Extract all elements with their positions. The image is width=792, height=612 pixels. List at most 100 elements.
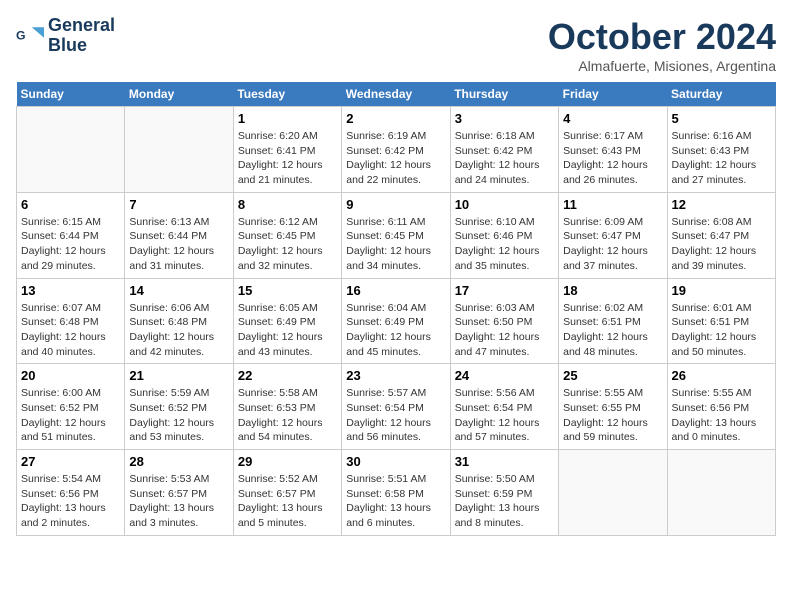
day-number: 20 xyxy=(21,368,120,383)
day-number: 13 xyxy=(21,283,120,298)
day-info: Sunrise: 6:15 AMSunset: 6:44 PMDaylight:… xyxy=(21,215,120,274)
logo-text: General Blue xyxy=(48,16,115,56)
svg-text:G: G xyxy=(16,28,26,42)
calendar-cell: 11 Sunrise: 6:09 AMSunset: 6:47 PMDayligh… xyxy=(559,192,667,278)
day-number: 23 xyxy=(346,368,445,383)
day-info: Sunrise: 5:50 AMSunset: 6:59 PMDaylight:… xyxy=(455,472,554,531)
day-info: Sunrise: 6:03 AMSunset: 6:50 PMDaylight:… xyxy=(455,301,554,360)
calendar-cell: 30Sunrise: 5:51 AMSunset: 6:58 PMDayligh… xyxy=(342,450,450,536)
calendar-cell xyxy=(559,450,667,536)
day-info: Sunrise: 6:16 AMSunset: 6:43 PMDaylight:… xyxy=(672,129,771,188)
col-header-thursday: Thursday xyxy=(450,82,558,107)
calendar-cell: 14 Sunrise: 6:06 AMSunset: 6:48 PMDayligh… xyxy=(125,278,233,364)
day-info: Sunrise: 5:56 AMSunset: 6:54 PMDaylight:… xyxy=(455,386,554,445)
col-header-tuesday: Tuesday xyxy=(233,82,341,107)
day-info: Sunrise: 5:59 AMSunset: 6:52 PMDaylight:… xyxy=(129,386,228,445)
day-number: 11 xyxy=(563,197,662,212)
day-number: 30 xyxy=(346,454,445,469)
day-number: 21 xyxy=(129,368,228,383)
day-number: 1 xyxy=(238,111,337,126)
day-info: Sunrise: 6:10 AMSunset: 6:46 PMDaylight:… xyxy=(455,215,554,274)
calendar-cell xyxy=(17,107,125,193)
calendar-cell: 23 Sunrise: 5:57 AMSunset: 6:54 PMDayligh… xyxy=(342,364,450,450)
day-number: 14 xyxy=(129,283,228,298)
calendar-cell xyxy=(125,107,233,193)
calendar-cell: 20Sunrise: 6:00 AMSunset: 6:52 PMDayligh… xyxy=(17,364,125,450)
calendar-cell: 21 Sunrise: 5:59 AMSunset: 6:52 PMDayligh… xyxy=(125,364,233,450)
calendar-cell: 25 Sunrise: 5:55 AMSunset: 6:55 PMDayligh… xyxy=(559,364,667,450)
day-info: Sunrise: 6:11 AMSunset: 6:45 PMDaylight:… xyxy=(346,215,445,274)
col-header-wednesday: Wednesday xyxy=(342,82,450,107)
col-header-monday: Monday xyxy=(125,82,233,107)
calendar-cell: 2Sunrise: 6:19 AMSunset: 6:42 PMDaylight… xyxy=(342,107,450,193)
week-row-2: 6 Sunrise: 6:15 AMSunset: 6:44 PMDaylight… xyxy=(17,192,776,278)
day-info: Sunrise: 5:58 AMSunset: 6:53 PMDaylight:… xyxy=(238,386,337,445)
calendar-cell: 15 Sunrise: 6:05 AMSunset: 6:49 PMDayligh… xyxy=(233,278,341,364)
calendar-cell: 13 Sunrise: 6:07 AMSunset: 6:48 PMDayligh… xyxy=(17,278,125,364)
col-header-sunday: Sunday xyxy=(17,82,125,107)
day-info: Sunrise: 5:55 AMSunset: 6:56 PMDaylight:… xyxy=(672,386,771,445)
day-info: Sunrise: 6:12 AMSunset: 6:45 PMDaylight:… xyxy=(238,215,337,274)
day-info: Sunrise: 6:09 AMSunset: 6:47 PMDaylight:… xyxy=(563,215,662,274)
calendar-cell: 26 Sunrise: 5:55 AMSunset: 6:56 PMDayligh… xyxy=(667,364,775,450)
day-number: 9 xyxy=(346,197,445,212)
day-info: Sunrise: 5:52 AMSunset: 6:57 PMDaylight:… xyxy=(238,472,337,531)
day-number: 4 xyxy=(563,111,662,126)
day-info: Sunrise: 6:17 AMSunset: 6:43 PMDaylight:… xyxy=(563,129,662,188)
day-number: 29 xyxy=(238,454,337,469)
calendar-table: SundayMondayTuesdayWednesdayThursdayFrid… xyxy=(16,82,776,536)
day-info: Sunrise: 6:02 AMSunset: 6:51 PMDaylight:… xyxy=(563,301,662,360)
page-header: G General Blue October 2024 Almafuerte, … xyxy=(16,16,776,74)
day-number: 16 xyxy=(346,283,445,298)
day-number: 12 xyxy=(672,197,771,212)
calendar-cell: 19Sunrise: 6:01 AMSunset: 6:51 PMDayligh… xyxy=(667,278,775,364)
col-header-friday: Friday xyxy=(559,82,667,107)
calendar-cell: 1 Sunrise: 6:20 AMSunset: 6:41 PMDaylight… xyxy=(233,107,341,193)
calendar-cell: 4 Sunrise: 6:17 AMSunset: 6:43 PMDaylight… xyxy=(559,107,667,193)
day-number: 18 xyxy=(563,283,662,298)
logo-icon: G xyxy=(16,22,44,50)
calendar-cell: 6 Sunrise: 6:15 AMSunset: 6:44 PMDaylight… xyxy=(17,192,125,278)
day-number: 22 xyxy=(238,368,337,383)
week-row-1: 1 Sunrise: 6:20 AMSunset: 6:41 PMDaylight… xyxy=(17,107,776,193)
day-number: 6 xyxy=(21,197,120,212)
calendar-cell: 17 Sunrise: 6:03 AMSunset: 6:50 PMDayligh… xyxy=(450,278,558,364)
day-number: 15 xyxy=(238,283,337,298)
day-info: Sunrise: 5:55 AMSunset: 6:55 PMDaylight:… xyxy=(563,386,662,445)
location-subtitle: Almafuerte, Misiones, Argentina xyxy=(548,58,776,74)
calendar-cell: 3Sunrise: 6:18 AMSunset: 6:42 PMDaylight… xyxy=(450,107,558,193)
calendar-cell: 31Sunrise: 5:50 AMSunset: 6:59 PMDayligh… xyxy=(450,450,558,536)
day-number: 10 xyxy=(455,197,554,212)
week-row-4: 20Sunrise: 6:00 AMSunset: 6:52 PMDayligh… xyxy=(17,364,776,450)
calendar-cell: 12Sunrise: 6:08 AMSunset: 6:47 PMDayligh… xyxy=(667,192,775,278)
day-number: 25 xyxy=(563,368,662,383)
col-header-saturday: Saturday xyxy=(667,82,775,107)
month-title: October 2024 xyxy=(548,16,776,58)
day-info: Sunrise: 6:20 AMSunset: 6:41 PMDaylight:… xyxy=(238,129,337,188)
day-info: Sunrise: 5:54 AMSunset: 6:56 PMDaylight:… xyxy=(21,472,120,531)
day-info: Sunrise: 6:04 AMSunset: 6:49 PMDaylight:… xyxy=(346,301,445,360)
calendar-cell: 16 Sunrise: 6:04 AMSunset: 6:49 PMDayligh… xyxy=(342,278,450,364)
day-info: Sunrise: 6:07 AMSunset: 6:48 PMDaylight:… xyxy=(21,301,120,360)
calendar-cell: 28Sunrise: 5:53 AMSunset: 6:57 PMDayligh… xyxy=(125,450,233,536)
day-info: Sunrise: 5:57 AMSunset: 6:54 PMDaylight:… xyxy=(346,386,445,445)
day-number: 26 xyxy=(672,368,771,383)
day-info: Sunrise: 6:06 AMSunset: 6:48 PMDaylight:… xyxy=(129,301,228,360)
day-number: 24 xyxy=(455,368,554,383)
day-info: Sunrise: 6:01 AMSunset: 6:51 PMDaylight:… xyxy=(672,301,771,360)
calendar-cell: 24 Sunrise: 5:56 AMSunset: 6:54 PMDayligh… xyxy=(450,364,558,450)
day-number: 17 xyxy=(455,283,554,298)
calendar-cell: 27 Sunrise: 5:54 AMSunset: 6:56 PMDayligh… xyxy=(17,450,125,536)
calendar-cell: 10 Sunrise: 6:10 AMSunset: 6:46 PMDayligh… xyxy=(450,192,558,278)
day-number: 27 xyxy=(21,454,120,469)
week-row-3: 13 Sunrise: 6:07 AMSunset: 6:48 PMDayligh… xyxy=(17,278,776,364)
day-number: 5 xyxy=(672,111,771,126)
day-info: Sunrise: 5:53 AMSunset: 6:57 PMDaylight:… xyxy=(129,472,228,531)
day-info: Sunrise: 6:05 AMSunset: 6:49 PMDaylight:… xyxy=(238,301,337,360)
day-number: 8 xyxy=(238,197,337,212)
day-number: 2 xyxy=(346,111,445,126)
calendar-cell xyxy=(667,450,775,536)
week-row-5: 27 Sunrise: 5:54 AMSunset: 6:56 PMDayligh… xyxy=(17,450,776,536)
calendar-cell: 9 Sunrise: 6:11 AMSunset: 6:45 PMDaylight… xyxy=(342,192,450,278)
calendar-cell: 18 Sunrise: 6:02 AMSunset: 6:51 PMDayligh… xyxy=(559,278,667,364)
